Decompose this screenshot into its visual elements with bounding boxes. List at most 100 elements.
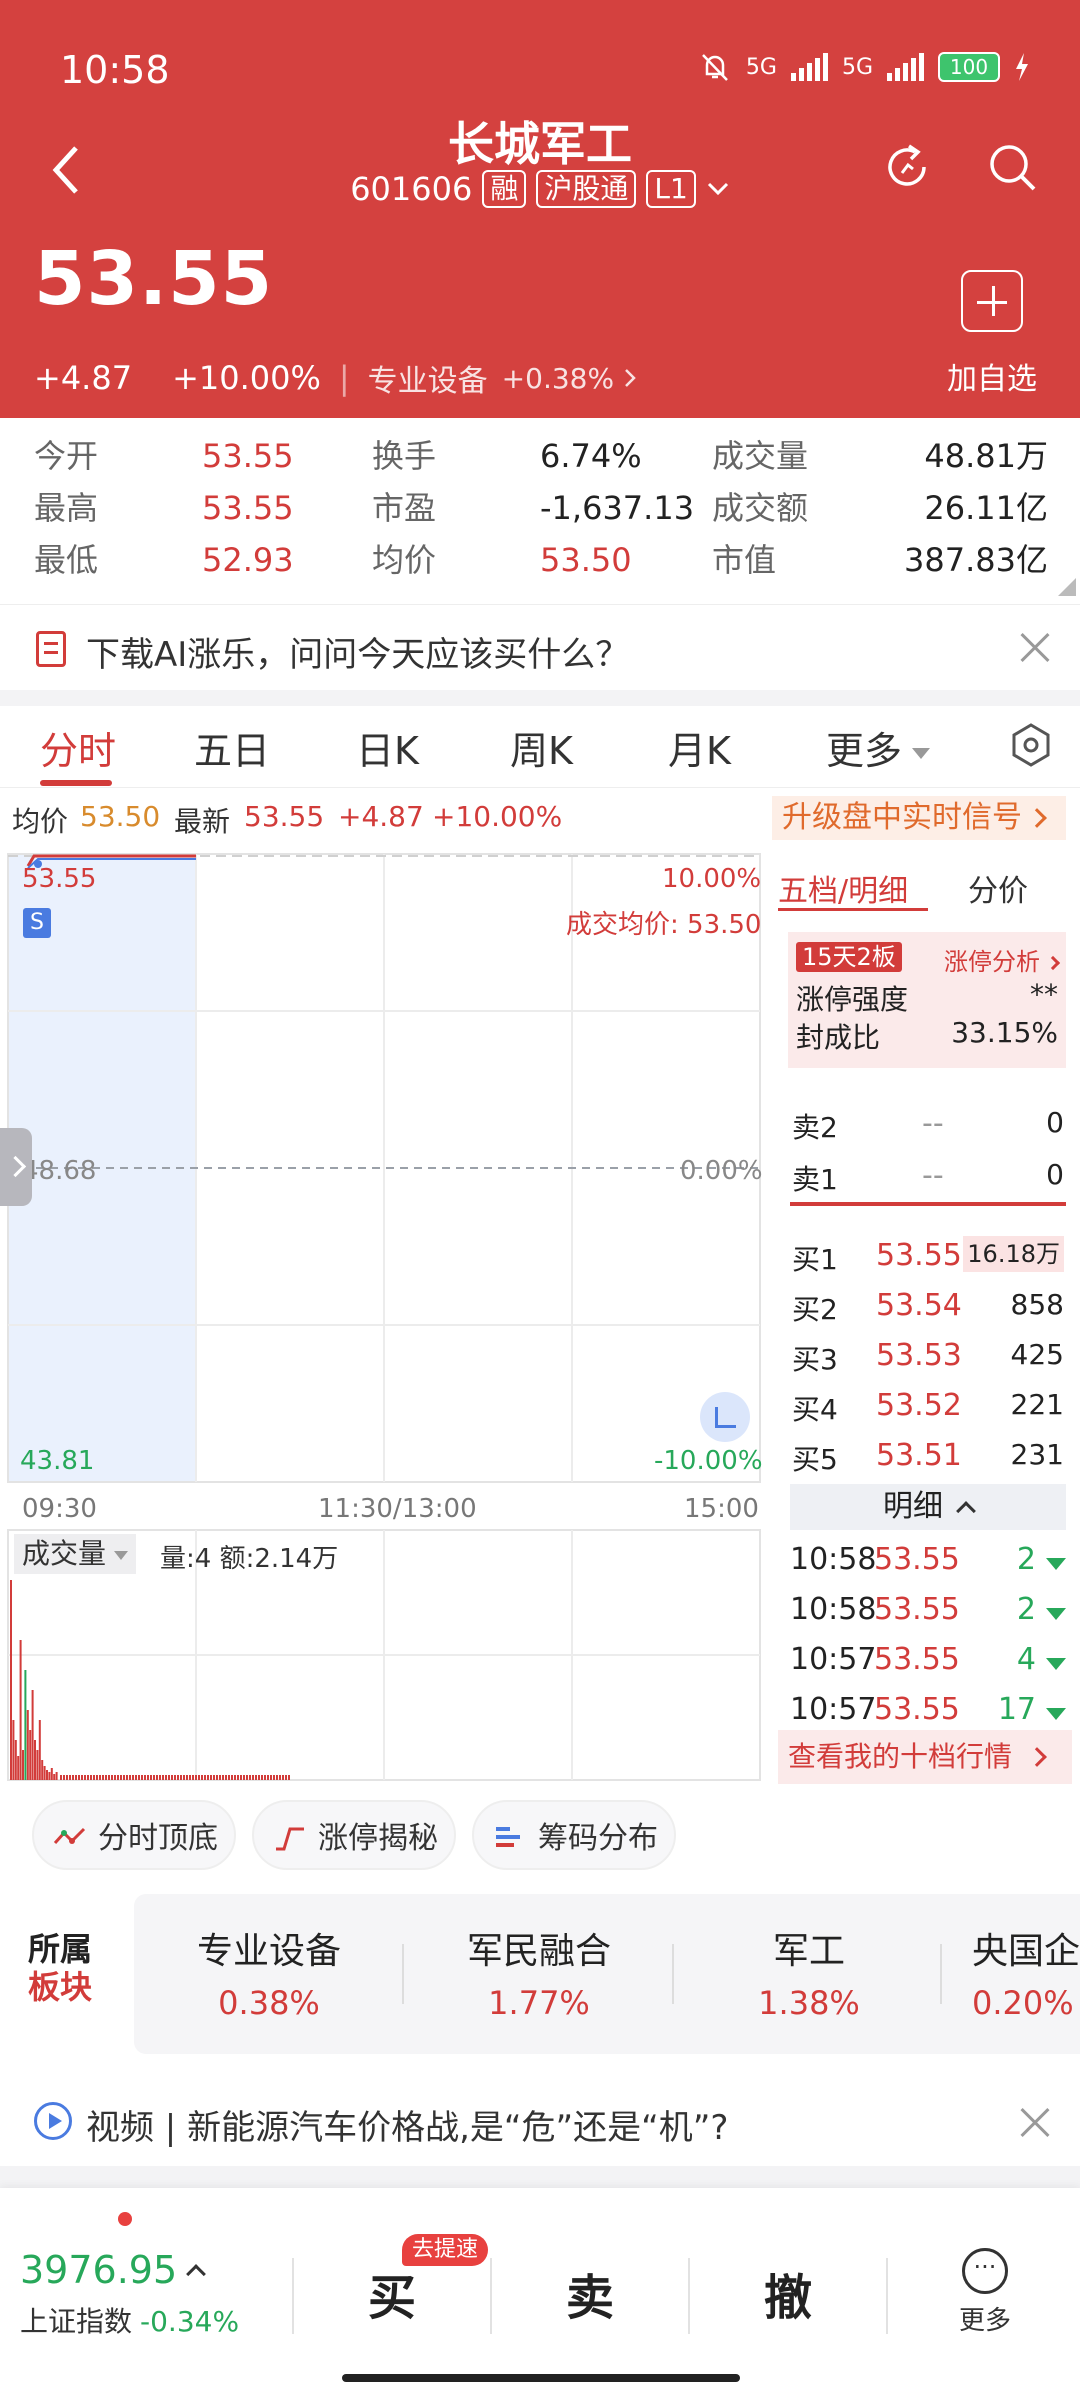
tool-intraday-top-bottom[interactable]: 分时顶底	[32, 1800, 236, 1870]
more-button[interactable]: 更多	[950, 2248, 1020, 2337]
charging-icon	[1016, 53, 1028, 81]
volume-bar	[66, 1775, 68, 1780]
close-icon[interactable]	[1020, 2108, 1050, 2138]
tool-limit-up-secrets[interactable]: 涨停揭秘	[252, 1800, 456, 1870]
limit-analysis-link[interactable]: 涨停分析	[944, 942, 1061, 977]
bid-row: 买4 53.52 221	[792, 1380, 1064, 1430]
volume-bar	[198, 1775, 200, 1780]
volume-bar	[141, 1775, 143, 1780]
volume-bar	[96, 1775, 98, 1780]
volume-bar	[105, 1775, 107, 1780]
sector-change: 0.20%	[972, 1984, 1074, 2022]
sector-card[interactable]: 央国企 0.20%	[942, 1922, 1080, 2022]
sector-change: +0.38%	[501, 361, 615, 395]
volume-bar	[249, 1775, 251, 1780]
tick-row: 10:58 53.55 2	[790, 1536, 1066, 1586]
bid-label: 买5	[792, 1443, 838, 1476]
volume-bar	[255, 1775, 257, 1780]
cancel-order-button[interactable]: 撤	[728, 2258, 848, 2328]
section-gap	[0, 690, 1080, 706]
chevron-right-icon	[625, 369, 636, 387]
tab-weekly-k[interactable]: 周K	[510, 720, 573, 775]
related-sectors-title: 所属 板块	[28, 1930, 92, 2006]
tick-price: 53.55	[874, 1692, 960, 1727]
tab-intraday[interactable]: 分时	[40, 720, 116, 775]
limit-strength-value: **	[1030, 978, 1058, 1011]
volume-bar	[273, 1775, 275, 1780]
volume-bar	[132, 1775, 134, 1780]
signal-s-badge[interactable]: S	[23, 908, 51, 938]
index-name: 上证指数	[20, 2305, 133, 2338]
home-indicator[interactable]	[342, 2374, 740, 2382]
sector-name: 军民融合	[466, 1931, 611, 1972]
level-tag: L1	[646, 170, 696, 208]
ai-banner[interactable]: 下载AI涨乐，问问今天应该买什么？	[0, 604, 1080, 690]
volume-bar	[78, 1775, 80, 1780]
more-dots-icon	[962, 2248, 1008, 2294]
intraday-chart[interactable]	[0, 848, 770, 1488]
close-icon[interactable]	[1020, 633, 1050, 663]
search-icon[interactable]	[985, 140, 1039, 194]
limit-analysis-label: 涨停分析	[944, 948, 1040, 976]
bid-price: 53.54	[876, 1288, 962, 1323]
tab-monthly-k[interactable]: 月K	[668, 720, 731, 775]
upgrade-signal-link[interactable]: 升级盘中实时信号	[772, 796, 1066, 840]
fullscreen-button[interactable]	[700, 1392, 750, 1442]
limit-strength-row: 涨停强度 **	[796, 978, 1058, 1018]
expand-corner-icon[interactable]	[1058, 578, 1076, 596]
ai-banner-text: 下载AI涨乐，问问今天应该买什么？	[86, 635, 630, 675]
limit-strength-label: 涨停强度	[796, 983, 909, 1016]
tab-more[interactable]: 更多	[826, 720, 931, 775]
sector-card[interactable]: 军民融合 1.77%	[404, 1922, 674, 2022]
low-label: 最低	[34, 541, 99, 579]
sell-button[interactable]: 卖	[530, 2258, 650, 2328]
volume-indicator-select[interactable]: 成交量	[14, 1534, 137, 1574]
ask-vol: 0	[1046, 1158, 1064, 1191]
settings-icon[interactable]	[1008, 722, 1054, 768]
bid-row: 买1 53.55 16.18万	[792, 1230, 1064, 1280]
battery-icon: 100	[938, 52, 1000, 82]
limit-up-box[interactable]: 15天2板 涨停分析 涨停强度 ** 封成比 33.15%	[788, 932, 1066, 1068]
tool-chip-distribution[interactable]: 筹码分布	[472, 1800, 676, 1870]
tab-price-distribution[interactable]: 分价	[968, 866, 1028, 910]
volume-bar	[225, 1775, 227, 1780]
side-panel-handle[interactable]	[0, 1128, 32, 1206]
volume-bar	[29, 1730, 32, 1780]
turnover-value: 6.74%	[540, 437, 642, 475]
tool-label: 涨停揭秘	[318, 1821, 438, 1856]
sector-link[interactable]: 专业设备	[368, 356, 488, 400]
volume-bar	[219, 1775, 221, 1780]
volume-bar	[138, 1775, 140, 1780]
video-news-banner[interactable]: 视频 | 新能源汽车价格战,是“危”还是“机”?	[0, 2080, 1080, 2166]
volume-bar	[261, 1775, 263, 1780]
volume-bar	[108, 1775, 110, 1780]
chart-pct-top: 10.00%	[662, 864, 762, 894]
bid-price: 53.55	[876, 1238, 962, 1273]
bid-row: 买5 53.51 231	[792, 1430, 1064, 1480]
my-ten-level-quote-link[interactable]: 查看我的十档行情	[778, 1730, 1072, 1784]
index-quote[interactable]: 3976.95	[20, 2248, 207, 2292]
tab-five-day[interactable]: 五日	[194, 720, 270, 775]
tab-depth-detail[interactable]: 五档/明细	[778, 866, 908, 910]
volume-bar	[285, 1775, 287, 1780]
low-value: 52.93	[202, 541, 294, 579]
sector-card[interactable]: 专业设备 0.38%	[134, 1922, 404, 2022]
tab-daily-k[interactable]: 日K	[356, 720, 419, 775]
ask-vol: 0	[1046, 1106, 1064, 1139]
volume-bar	[24, 1670, 27, 1780]
volume-info: 量:4 额:2.14万	[160, 1544, 339, 1574]
tick-detail-header[interactable]: 明细	[790, 1484, 1066, 1530]
refresh-icon[interactable]	[880, 140, 934, 194]
add-favorite-button[interactable]: 加自选	[940, 262, 1044, 398]
info-latest-label: 最新	[174, 805, 231, 838]
volume-bar	[46, 1770, 48, 1780]
buy-button[interactable]: 买	[332, 2258, 452, 2328]
volume-label: 成交量	[712, 437, 809, 475]
speed-up-badge[interactable]: 去提速	[402, 2234, 489, 2266]
volume-bar	[123, 1775, 125, 1780]
sector-card[interactable]: 军工 1.38%	[674, 1922, 944, 2022]
volume-bar	[216, 1775, 218, 1780]
info-avg-value: 53.50	[80, 800, 161, 833]
bid-price: 53.51	[876, 1438, 962, 1473]
amount-value: 26.11亿	[924, 489, 1048, 527]
